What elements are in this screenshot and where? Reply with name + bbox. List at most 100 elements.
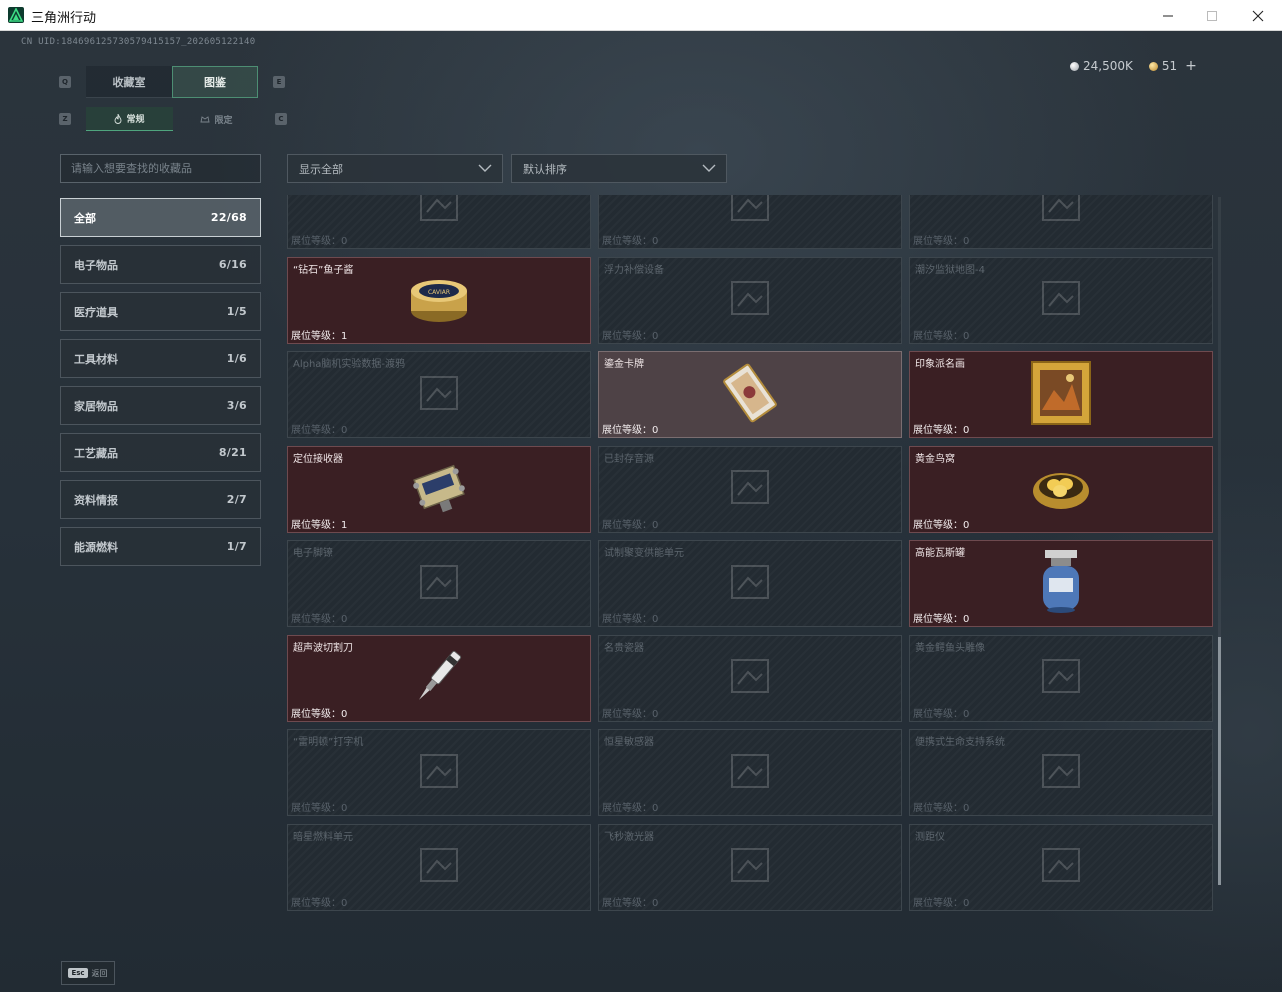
device-icon <box>1033 195 1089 236</box>
star-sensor-icon <box>722 743 778 803</box>
collection-card[interactable]: “雷明顿”打字机 展位等级：0 <box>287 729 591 816</box>
ankle-monitor-icon <box>411 554 467 614</box>
fusion-cell-icon <box>722 554 778 614</box>
category-label: 家居物品 <box>74 399 118 413</box>
tab-codex[interactable]: 图鉴 <box>172 66 258 98</box>
category-count: 1/7 <box>226 540 247 553</box>
card-level: 展位等级：0 <box>291 705 347 720</box>
collection-card[interactable]: 鎏金卡牌 展位等级：0 <box>598 351 902 438</box>
category-label: 工具材料 <box>74 352 118 366</box>
tab-collection-room[interactable]: 收藏室 <box>86 66 172 98</box>
card-level-value: 0 <box>652 803 659 814</box>
filter-dropdown[interactable]: 显示全部 <box>287 154 503 183</box>
esc-key-hint: Esc <box>68 968 88 978</box>
category-household[interactable]: 家居物品 3/6 <box>60 386 261 425</box>
collection-card[interactable]: 测距仪 展位等级：0 <box>909 823 1213 911</box>
category-label: 全部 <box>74 211 96 225</box>
currency-bar: 24,500K 51 + <box>1070 58 1197 74</box>
card-level-value: 0 <box>963 236 970 247</box>
card-level: 展位等级：0 <box>913 421 969 436</box>
category-label: 能源燃料 <box>74 540 118 554</box>
collection-card[interactable]: Alpha脑机实验数据-渡鸦 展位等级：0 <box>287 351 591 438</box>
category-medical[interactable]: 医疗道具 1/5 <box>60 292 261 331</box>
card-level-value: 0 <box>341 236 348 247</box>
collection-card[interactable]: 便携式生命支持系统 展位等级：0 <box>909 729 1213 816</box>
maximize-icon <box>1207 10 1217 21</box>
card-title: 已封存音源 <box>604 453 654 465</box>
back-button[interactable]: Esc 返回 <box>61 961 115 985</box>
card-level: 展位等级：0 <box>913 232 969 247</box>
window-title: 三角洲行动 <box>31 11 97 26</box>
card-title: 飞秒激光器 <box>604 831 654 843</box>
silver-amount: 24,500K <box>1083 59 1133 73</box>
collection-card[interactable]: 黄金鸟窝 展位等级：0 <box>909 445 1213 533</box>
card-title: 试制聚变供能单元 <box>604 548 684 559</box>
category-electronics[interactable]: 电子物品 6/16 <box>60 245 261 284</box>
category-all[interactable]: 全部 22/68 <box>60 198 261 237</box>
life-support-icon <box>1033 743 1089 803</box>
category-count: 6/16 <box>218 258 247 271</box>
collection-card[interactable]: 电子脚镣 展位等级：0 <box>287 540 591 627</box>
card-title: 名贵瓷器 <box>604 642 644 654</box>
card-level: 展位等级：0 <box>602 327 658 342</box>
collection-card[interactable]: 已封存音源 展位等级：0 <box>598 445 902 533</box>
tab-regular[interactable]: 常规 <box>86 107 173 131</box>
category-crafts[interactable]: 工艺藏品 8/21 <box>60 433 261 472</box>
collection-card[interactable]: 超声波切割刀 展位等级：0 <box>287 634 591 722</box>
add-currency-button[interactable]: + <box>1185 58 1197 74</box>
filter-dropdown-value: 显示全部 <box>299 162 343 176</box>
fuel-cell-icon <box>411 837 467 897</box>
sort-dropdown[interactable]: 默认排序 <box>511 154 727 183</box>
card-level-value: 0 <box>652 614 659 625</box>
collection-card[interactable]: 飞秒激光器 展位等级：0 <box>598 823 902 911</box>
card-title: 鎏金卡牌 <box>604 359 644 370</box>
collection-card[interactable]: 恒星敏感器 展位等级：0 <box>598 729 902 816</box>
collection-card[interactable]: 名贵瓷器 展位等级：0 <box>598 634 902 722</box>
card-level-value: 0 <box>963 897 970 909</box>
scrollbar-thumb[interactable] <box>1218 637 1221 885</box>
collection-card[interactable]: 潮汐监狱地图-4 展位等级：0 <box>909 256 1213 344</box>
porcelain-icon <box>722 648 778 708</box>
key-hint-e: E <box>273 76 285 88</box>
card-title: “钻石”鱼子酱 <box>293 264 354 276</box>
card-level-prefix: 展位等级： <box>913 425 963 436</box>
collection-card[interactable]: 展位等级：0 <box>909 195 1213 249</box>
grid-scrollbar[interactable] <box>1218 197 1221 885</box>
category-label: 医疗道具 <box>74 305 118 319</box>
collection-card[interactable]: CAVIAR “钻石”鱼子酱 展位等级：1 <box>287 256 591 344</box>
card-level-prefix: 展位等级： <box>291 519 341 531</box>
tab-limited[interactable]: 限定 <box>173 107 260 131</box>
card-title: 暗星燃料单元 <box>293 831 353 843</box>
card-level-value: 0 <box>963 614 970 625</box>
collection-card[interactable]: 定位接收器 展位等级：1 <box>287 445 591 533</box>
caviar-tin-icon: CAVIAR <box>408 271 470 329</box>
maximize-button[interactable] <box>1189 0 1235 31</box>
collection-card[interactable]: 暗星燃料单元 展位等级：0 <box>287 823 591 911</box>
minimize-button[interactable] <box>1145 0 1191 31</box>
collection-card[interactable]: 黄金鳄鱼头雕像 展位等级：0 <box>909 634 1213 722</box>
sub-tabs: 常规 限定 <box>86 107 260 131</box>
card-level-prefix: 展位等级： <box>913 803 963 814</box>
collection-card[interactable]: 印象派名画 展位等级：0 <box>909 351 1213 438</box>
card-title: 电子脚镣 <box>293 548 333 559</box>
collection-card[interactable]: 试制聚变供能单元 展位等级：0 <box>598 540 902 627</box>
card-title: 便携式生命支持系统 <box>915 737 1005 748</box>
category-intel[interactable]: 资料情报 2/7 <box>60 480 261 519</box>
collection-card[interactable]: 展位等级：0 <box>287 195 591 249</box>
search-input[interactable] <box>61 155 260 182</box>
card-level-prefix: 展位等级： <box>602 236 652 247</box>
sort-dropdown-value: 默认排序 <box>523 162 567 176</box>
card-level-prefix: 展位等级： <box>602 708 652 720</box>
card-level-value: 0 <box>341 614 348 625</box>
card-level: 展位等级：0 <box>291 232 347 247</box>
category-energy[interactable]: 能源燃料 1/7 <box>60 527 261 566</box>
card-level-value: 0 <box>652 425 659 436</box>
collection-card[interactable]: 浮力补偿设备 展位等级：0 <box>598 256 902 344</box>
collection-card[interactable]: 展位等级：0 <box>598 195 902 249</box>
close-button[interactable] <box>1235 0 1281 31</box>
category-tools[interactable]: 工具材料 1/6 <box>60 339 261 378</box>
minimize-icon <box>1163 15 1173 16</box>
category-label: 电子物品 <box>74 258 118 272</box>
collection-card[interactable]: 高能瓦斯罐 展位等级：0 <box>909 540 1213 627</box>
gold-amount: 51 <box>1161 59 1178 73</box>
